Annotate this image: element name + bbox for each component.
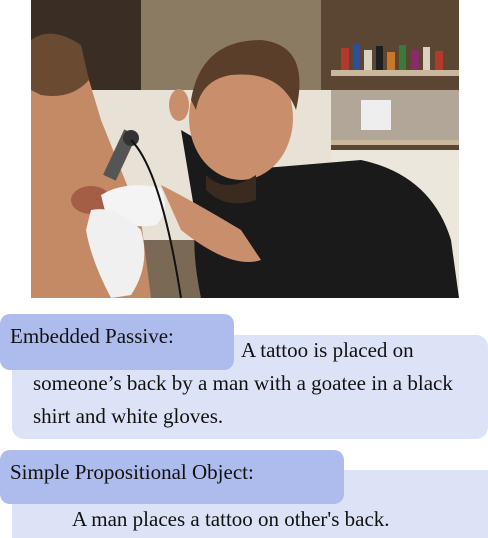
caption-embedded-passive-line1: A tattoo is placed on <box>241 338 414 362</box>
tattoo-photo <box>31 0 459 298</box>
label-simple-propositional-object-text: Simple Propositional Object: <box>10 460 254 484</box>
label-simple-propositional-object: Simple Propositional Object: <box>0 450 344 504</box>
caption-embedded-passive: A tattoo is placed on someone’s back by … <box>33 334 485 433</box>
tattoo-scene-illustration <box>31 0 459 298</box>
caption-embedded-passive-rest: someone’s back by a man with a goatee in… <box>33 371 453 428</box>
caption-simple-propositional-object: A man places a tattoo on other's back. <box>72 507 390 531</box>
